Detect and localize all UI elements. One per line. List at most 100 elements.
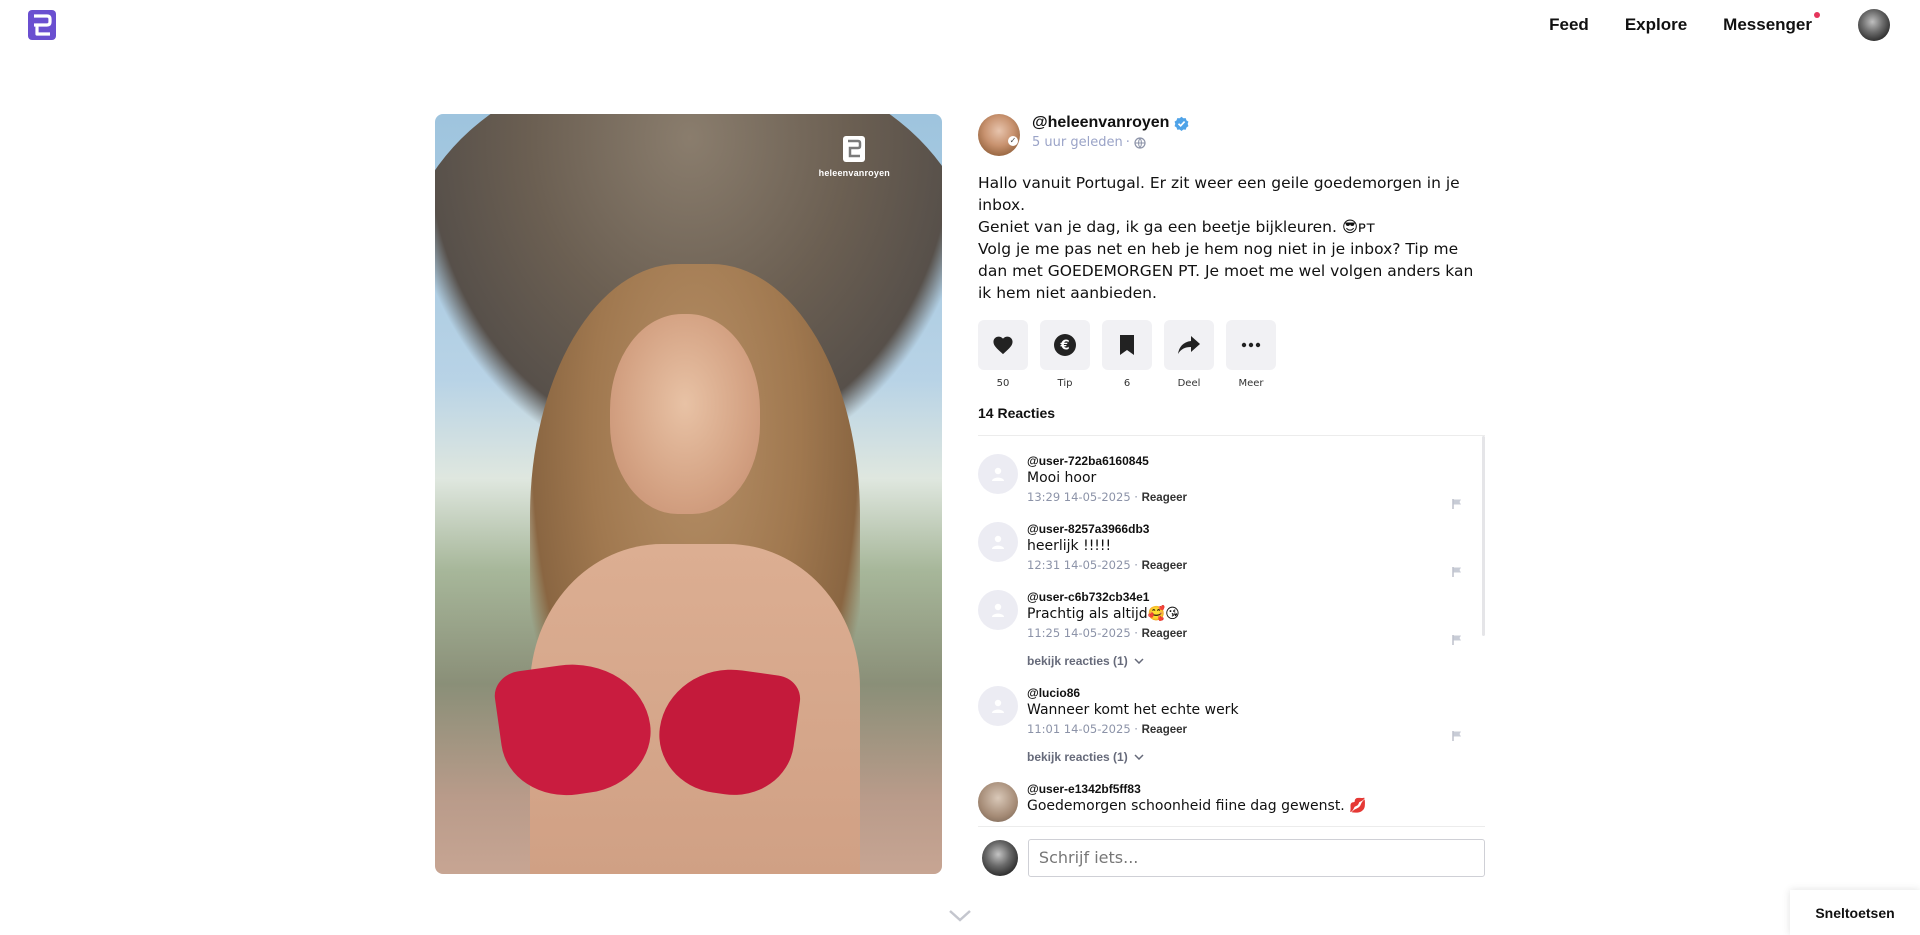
view-replies-label: bekijk reacties (1)	[1027, 750, 1128, 764]
comment-user[interactable]: @lucio86	[1027, 686, 1485, 700]
comment-text: Goedemorgen schoonheid fiine dag gewenst…	[1027, 798, 1367, 814]
comment-text: Prachtig als altijd🥰😘	[1027, 606, 1180, 622]
comment-text: Wanneer komt het echte werk	[1027, 702, 1239, 718]
comment-user[interactable]: @user-722ba6160845	[1027, 454, 1485, 468]
author-info: @heleenvanroyen 5 uur geleden ·	[1032, 114, 1189, 150]
author-avatar[interactable]: ✓	[978, 114, 1020, 156]
nav-feed[interactable]: Feed	[1549, 15, 1589, 35]
tip-label: Tip	[1057, 378, 1073, 389]
image-watermark: heleenvanroyen	[819, 136, 890, 178]
more-label: Meer	[1238, 378, 1264, 389]
post-author: ✓ @heleenvanroyen 5 uur geleden ·	[978, 114, 1485, 158]
composer-avatar	[982, 839, 1018, 876]
bookmark-action: 6	[1102, 320, 1152, 389]
user-placeholder-icon	[992, 467, 1004, 481]
heart-icon	[993, 336, 1013, 355]
nav-messenger[interactable]: Messenger	[1723, 12, 1820, 35]
comment-body: @lucio86 Wanneer komt het echte werk 11:…	[1027, 686, 1485, 764]
post-text: Hallo vanuit Portugal. Er zit weer een g…	[978, 174, 1474, 302]
comment-timestamp: 13:29 14-05-2025	[1027, 490, 1131, 504]
more-dots-icon	[1241, 342, 1261, 348]
svg-text:€: €	[1059, 339, 1069, 354]
comment-timestamp: 12:31 14-05-2025	[1027, 558, 1131, 572]
comments-title: 14 Reacties	[978, 405, 1056, 421]
comment-item: @user-8257a3966db3 heerlijk !!!!! 12:31 …	[978, 522, 1485, 577]
author-handle[interactable]: @heleenvanroyen	[1032, 114, 1169, 132]
main-nav: Feed Explore Messenger	[1549, 0, 1920, 50]
comment-meta: 11:25 14-05-2025 · Reageer	[1027, 626, 1187, 640]
comment-item: @user-c6b732cb34e1 Prachtig als altijd🥰😘…	[978, 590, 1485, 668]
comment-user[interactable]: @user-c6b732cb34e1	[1027, 590, 1485, 604]
globe-icon	[1134, 136, 1146, 149]
watermark-text: heleenvanroyen	[818, 168, 890, 178]
comment-avatar[interactable]	[978, 686, 1018, 726]
comment-avatar[interactable]	[978, 782, 1018, 822]
chevron-down-icon[interactable]	[948, 908, 972, 924]
notification-dot	[1814, 12, 1820, 18]
like-button[interactable]	[978, 320, 1028, 370]
post-image[interactable]: heleenvanroyen	[435, 114, 942, 874]
verified-badge-icon	[1175, 116, 1189, 131]
comment-text: Mooi hoor	[1027, 470, 1097, 486]
comment-item: @lucio86 Wanneer komt het echte werk 11:…	[978, 686, 1485, 764]
shortcuts-button[interactable]: Sneltoetsen	[1790, 890, 1920, 935]
reply-button[interactable]: Reageer	[1142, 560, 1187, 572]
avatar-check-icon: ✓	[1008, 136, 1018, 146]
euro-coin-icon: €	[1054, 334, 1076, 356]
share-button[interactable]	[1164, 320, 1214, 370]
bookmark-count: 6	[1123, 378, 1131, 389]
comment-user[interactable]: @user-e1342bf5ff83	[1027, 782, 1485, 796]
reply-button[interactable]: Reageer	[1142, 724, 1187, 736]
comment-composer	[978, 826, 1485, 877]
photo-face	[610, 314, 760, 514]
flag-icon[interactable]	[1451, 498, 1463, 510]
comment-input[interactable]	[1027, 838, 1485, 877]
nav-explore[interactable]: Explore	[1625, 15, 1687, 35]
bookmark-icon	[1120, 335, 1134, 355]
comment-user[interactable]: @user-8257a3966db3	[1027, 522, 1485, 536]
comment-item: @user-722ba6160845 Mooi hoor 13:29 14-05…	[978, 454, 1485, 509]
post-panel: ✓ @heleenvanroyen 5 uur geleden · Hallo …	[978, 114, 1485, 843]
comment-meta: 11:01 14-05-2025 · Reageer	[1027, 722, 1187, 736]
chevron-down-icon	[1134, 754, 1144, 760]
reply-button[interactable]: Reageer	[1142, 628, 1187, 640]
comment-item: @user-e1342bf5ff83 Goedemorgen schoonhei…	[978, 782, 1485, 822]
user-placeholder-icon	[992, 535, 1004, 549]
flag-icon[interactable]	[1451, 566, 1463, 578]
post-actions: 50 € Tip 6 Deel Meer	[978, 320, 1485, 389]
view-replies-button[interactable]: bekijk reacties (1)	[1027, 750, 1485, 764]
chevron-down-icon	[1134, 658, 1144, 664]
comment-avatar[interactable]	[978, 590, 1018, 630]
bookmark-button[interactable]	[1102, 320, 1152, 370]
more-button[interactable]	[1226, 320, 1276, 370]
like-count: 50	[996, 378, 1010, 389]
comment-body: @user-8257a3966db3 heerlijk !!!!! 12:31 …	[1027, 522, 1485, 572]
share-icon	[1178, 336, 1200, 354]
reply-button[interactable]: Reageer	[1142, 492, 1187, 504]
comment-meta: 12:31 14-05-2025 · Reageer	[1027, 558, 1187, 572]
meta-separator: ·	[1125, 135, 1130, 150]
like-action: 50	[978, 320, 1028, 389]
comment-timestamp: 11:01 14-05-2025	[1027, 722, 1131, 736]
post-meta: 5 uur geleden ·	[1032, 135, 1189, 150]
user-avatar[interactable]	[1858, 9, 1890, 41]
view-replies-button[interactable]: bekijk reacties (1)	[1027, 654, 1485, 668]
user-placeholder-icon	[992, 699, 1004, 713]
flag-icon[interactable]	[1451, 634, 1463, 646]
comment-text: heerlijk !!!!!	[1027, 538, 1112, 554]
share-action: Deel	[1164, 320, 1214, 389]
platform-logo-icon[interactable]	[28, 10, 56, 40]
tip-button[interactable]: €	[1040, 320, 1090, 370]
view-replies-label: bekijk reacties (1)	[1027, 654, 1128, 668]
post-time: 5 uur geleden	[1032, 135, 1123, 150]
comment-avatar[interactable]	[978, 454, 1018, 494]
watermark-logo-icon	[843, 136, 866, 162]
comment-avatar[interactable]	[978, 522, 1018, 562]
comments-list[interactable]: @user-722ba6160845 Mooi hoor 13:29 14-05…	[978, 435, 1485, 843]
share-label: Deel	[1177, 378, 1201, 389]
flag-icon[interactable]	[1451, 730, 1463, 742]
user-placeholder-icon	[992, 603, 1004, 617]
more-action: Meer	[1226, 320, 1276, 389]
nav-messenger-label: Messenger	[1723, 15, 1812, 34]
author-handle-row: @heleenvanroyen	[1032, 114, 1189, 132]
